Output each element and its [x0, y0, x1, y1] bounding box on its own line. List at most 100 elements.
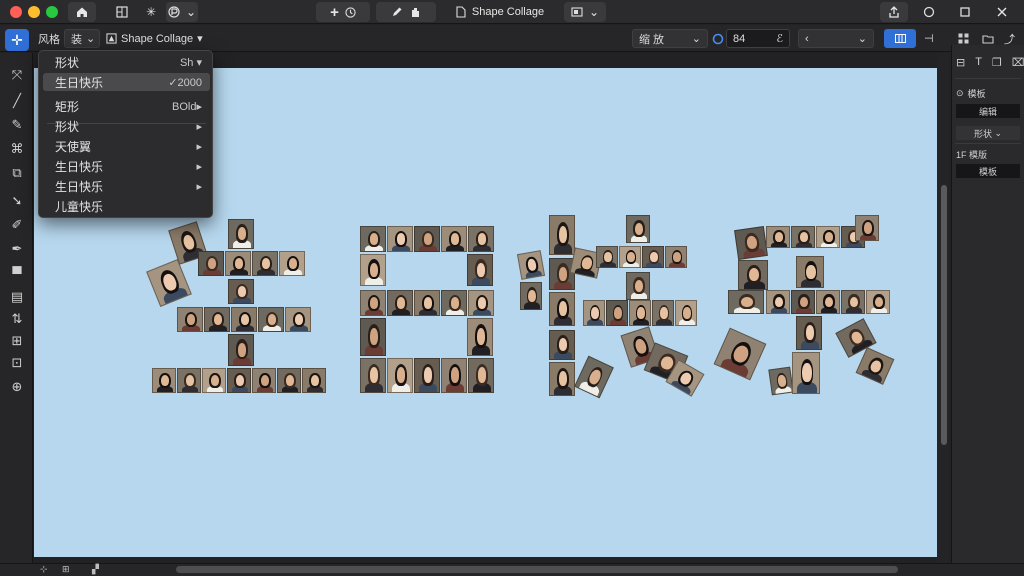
collage-photo [855, 347, 895, 385]
selection-tool-icon[interactable]: ⤧ [6, 65, 28, 85]
collage-type-select[interactable]: Shape Collage ▾ [106, 29, 203, 48]
publish-icon [168, 6, 180, 18]
collage-photo [768, 366, 794, 396]
crop-icon[interactable]: ⊟ [956, 56, 965, 69]
menu-item[interactable]: 生日快乐 ▸ [43, 177, 210, 195]
pencil-tool-icon[interactable]: ✎ [6, 115, 28, 135]
chevron-down-icon: ⌄ [691, 33, 701, 45]
circle-button[interactable] [914, 2, 944, 22]
collage-photo [675, 300, 697, 326]
toggle-icon[interactable] [712, 29, 724, 48]
pen-icon[interactable] [391, 6, 403, 18]
collage-type-text: Shape Collage [121, 32, 194, 45]
options-bar: 风格 装 ⌄ Shape Collage ▾ 缩 放 ⌄ 84 ℰ ‹ ⌄ ⊣ [0, 25, 1024, 52]
collage-photo [619, 246, 641, 268]
collage-photo [202, 368, 226, 393]
scale-select[interactable]: 缩 放 ⌄ [632, 29, 708, 48]
book-icon[interactable]: ▞ [92, 564, 99, 575]
menu-item[interactable]: 儿童快乐 [43, 197, 210, 215]
menu-item-label: 矩形 [55, 99, 80, 114]
secondary-select-text: ‹ [805, 32, 809, 45]
menu-item-label: 儿童快乐 [55, 199, 104, 214]
collage-photo [574, 355, 614, 399]
minimize-window-button[interactable] [28, 6, 40, 18]
collage-photo [626, 272, 650, 300]
panel-field-1[interactable]: 编辑 [956, 104, 1020, 118]
layout-icon [116, 6, 128, 18]
crop-tool-icon[interactable]: ⊞ [6, 331, 28, 351]
eyedropper-tool-icon[interactable]: ✒ [6, 239, 28, 259]
menu-item[interactable]: 矩形 BOld▸ [43, 97, 210, 115]
panel-field-2[interactable]: 模板 [956, 164, 1020, 178]
circle-icon [923, 6, 935, 18]
square-icon [960, 7, 970, 17]
square-button[interactable] [950, 2, 980, 22]
close-window-button[interactable] [10, 6, 22, 18]
paint-tool-icon[interactable]: ✐ [6, 215, 28, 235]
collage-photo [387, 358, 413, 393]
menu-item-accessory: ▸ [196, 160, 202, 173]
collage-photo [414, 358, 440, 393]
collage-photo [468, 290, 494, 316]
menu-item[interactable]: 生日快乐 ✓2000 [43, 73, 210, 91]
collage-photo [228, 334, 254, 366]
scale-select-text: 缩 放 [639, 33, 665, 46]
apply-button[interactable] [884, 29, 916, 48]
panel-toolbar: ⊟ T ❐ ⌧ [956, 55, 1024, 69]
frame-tool-icon[interactable]: ⊡ [6, 353, 28, 373]
hand-icon[interactable] [409, 6, 421, 18]
fill-tool-icon[interactable]: ▀ [6, 263, 28, 283]
transform-tool-icon[interactable]: ⧉ [6, 163, 28, 183]
vertical-scroll-thumb[interactable] [941, 185, 947, 445]
horizontal-scroll-thumb[interactable] [176, 566, 898, 573]
text-icon[interactable]: T [975, 56, 982, 68]
style-select[interactable]: 装 ⌄ [64, 29, 100, 48]
close-button[interactable] [988, 2, 1016, 22]
plus-icon[interactable]: + [330, 5, 339, 20]
draw-tools-group [376, 2, 436, 22]
clone-tool-icon[interactable]: ⌘ [6, 139, 28, 159]
collage-photo [302, 368, 326, 393]
secondary-select[interactable]: ‹ ⌄ [798, 29, 874, 48]
collage-photo [252, 368, 276, 393]
menu-item-accessory: ✓2000 [168, 76, 202, 89]
chevron-down-icon: ⌄ [991, 127, 1003, 138]
menu-item[interactable]: 生日快乐 ▸ [43, 157, 210, 175]
zoom-tool-icon[interactable]: ⊕ [6, 377, 28, 397]
clock-icon[interactable] [345, 6, 356, 18]
collage-photo [441, 358, 467, 393]
style-select-text: 装 [71, 33, 82, 46]
home-button[interactable] [68, 2, 96, 22]
zoom-window-button[interactable] [46, 6, 58, 18]
columns-icon [894, 34, 906, 43]
menu-item[interactable]: 天使翼 ▸ [43, 137, 210, 155]
panel-field-2-text: 模板 [978, 166, 997, 177]
publish-menu-button[interactable]: ⌄ [166, 2, 198, 22]
layers-tool-icon[interactable]: ▤ [6, 287, 28, 307]
menu-item-label: 形状 [55, 119, 80, 134]
menu-item-accessory: BOld▸ [172, 100, 202, 113]
collage-photo [713, 327, 767, 381]
trash-icon[interactable]: ⌧ [1012, 56, 1024, 69]
copy-icon[interactable]: ❐ [992, 56, 1002, 69]
panel-dropdown[interactable]: 形状 ⌄ [956, 126, 1020, 140]
move-tool-button[interactable]: ✛ [5, 29, 29, 51]
value-field[interactable]: 84 ℰ [726, 29, 790, 48]
swap-tool-icon[interactable]: ⇅ [6, 309, 28, 329]
chevron-down-icon: ⌄ [185, 5, 197, 19]
effects-button[interactable]: ✳ [140, 2, 162, 22]
document-title: Shape Collage [444, 2, 556, 22]
align-icon[interactable]: ⊣ [924, 29, 934, 48]
menu-item[interactable]: 形状 ▸ [43, 117, 210, 135]
collage-photo [360, 254, 386, 286]
pointer-tool-icon[interactable]: ➘ [6, 191, 28, 211]
share-icon [889, 6, 899, 18]
share-button[interactable] [880, 2, 908, 22]
collage-photo [468, 226, 494, 252]
view-menu-button[interactable]: ⌄ [564, 2, 606, 22]
grid-icon[interactable]: ⊞ [62, 564, 70, 575]
fit-icon[interactable]: ⊹ [40, 564, 48, 575]
collage-photo [227, 368, 251, 393]
brush-tool-icon[interactable]: ╱ [6, 91, 28, 111]
layout-button[interactable] [110, 2, 134, 22]
